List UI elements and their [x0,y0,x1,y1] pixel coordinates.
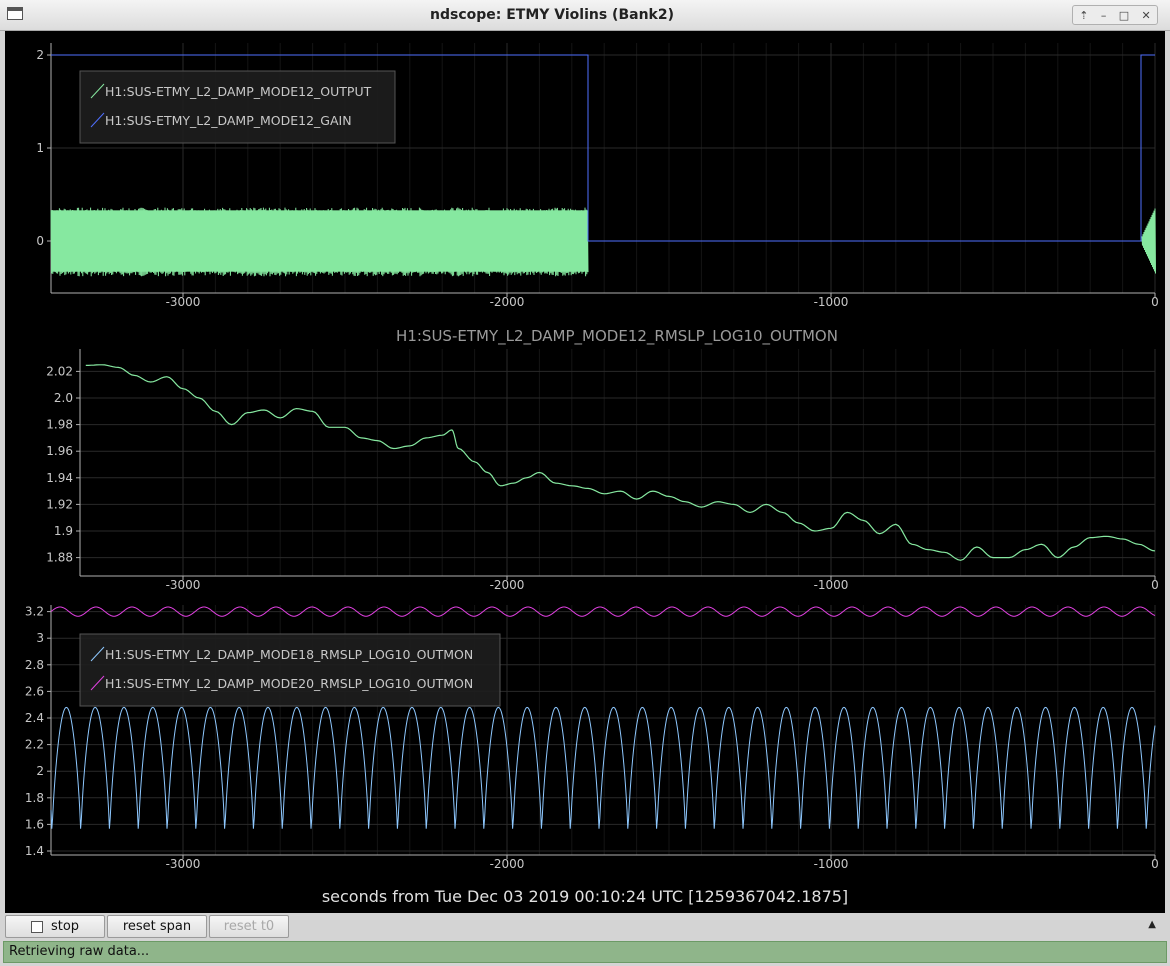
plot-0-ytick-label: 2 [36,48,44,62]
plot-1-ytick-label: 2.02 [46,364,73,378]
plot-2-ytick-label: 2.8 [25,658,44,672]
plot-0-xtick-label: -1000 [814,295,849,309]
plot-1-ytick-label: 1.94 [46,471,73,485]
window-title: ndscope: ETMY Violins (Bank2) [430,7,674,23]
plot-1-ytick-label: 2.0 [54,391,73,405]
stop-label: stop [50,919,80,934]
plot-2-title: H1:SUS-ETMY_L2_DAMP_MODE12_RMSLP_LOG10_O… [396,327,838,346]
reset-span-button[interactable]: reset span [107,915,207,938]
title-bar[interactable]: ndscope: ETMY Violins (Bank2) ⇡ – □ ✕ [0,0,1170,31]
close-icon[interactable]: ✕ [1142,9,1151,22]
plot-0-ytick-label: 1 [36,141,44,155]
maximize-icon[interactable]: □ [1119,9,1129,22]
plot-2-ytick-label: 3.2 [25,605,44,619]
output-trace [50,207,589,277]
plot-2-ytick-label: 1.8 [25,791,44,805]
plot-2-ytick-label: 2.4 [25,711,44,725]
plot-1-ytick-label: 1.9 [54,524,73,538]
plot-0-xtick-label: 0 [1151,295,1159,309]
plot-3[interactable]: -3000 -2000 -1000 0 1.4 1.6 1.8 2 2.2 2.4 2.6 2.8 3 3… [25,605,1159,871]
output-trace-burst [1141,208,1156,274]
collapse-arrow-icon[interactable]: ▲ [1148,919,1156,930]
plot-2-xtick-label: 0 [1151,857,1159,871]
plot-2-xtick-label: -2000 [490,857,525,871]
plot-2-ytick-label: 1.4 [25,844,44,858]
plot-2-ytick-label: 2.6 [25,684,44,698]
plot-1-xtick-label: -2000 [490,578,525,592]
legend-label: H1:SUS-ETMY_L2_DAMP_MODE18_RMSLP_LOG10_O… [105,647,473,662]
legend-label: H1:SUS-ETMY_L2_DAMP_MODE12_OUTPUT [105,84,372,99]
plot-1[interactable]: -3000 -2000 -1000 0 0 1 2 H1:SUS-ETMY_L2_DAMP_M… [36,43,1159,309]
minimize-icon[interactable]: – [1101,9,1107,22]
plot-1-xtick-label: -3000 [166,578,201,592]
mode18-trace [50,706,1156,829]
scope-canvas[interactable]: -3000 -2000 -1000 0 0 1 2 H1:SUS-ETMY_L2_DAMP_M… [5,31,1165,913]
plot-2-ytick-label: 2.2 [25,738,44,752]
plot-0-xtick-label: -3000 [166,295,201,309]
control-bar: stop reset span reset t0 ▲ [0,913,1170,941]
status-bar: Retrieving raw data... [3,941,1167,963]
plot-1-ytick-label: 1.98 [46,418,73,432]
shade-up-icon[interactable]: ⇡ [1079,9,1088,22]
reset-t0-button[interactable]: reset t0 [209,915,289,938]
plot-1-ytick-label: 1.92 [46,497,73,511]
stop-button[interactable]: stop [5,915,105,938]
x-axis-label: seconds from Tue Dec 03 2019 00:10:24 UT… [322,887,848,906]
plot-0-xtick-label: -2000 [490,295,525,309]
plot-2-ytick-label: 2 [36,764,44,778]
legend-box [79,70,396,144]
stop-checkbox[interactable] [30,920,43,933]
legend-box [79,633,501,707]
window-controls: ⇡ – □ ✕ [1072,5,1158,25]
plot-2-ytick-label: 3 [36,631,44,645]
plot-0-ytick-label: 0 [36,234,44,248]
plot-2-xtick-label: -3000 [166,857,201,871]
plot-1-ytick-label: 1.88 [46,551,73,565]
plot-2-ytick-label: 1.6 [25,817,44,831]
legend-label: H1:SUS-ETMY_L2_DAMP_MODE12_GAIN [105,113,352,128]
plot-2-xtick-label: -1000 [814,857,849,871]
plot-1-xtick-label: -1000 [814,578,849,592]
plot-1-xtick-label: 0 [1151,578,1159,592]
plot-2[interactable]: -3000 -2000 -1000 0 1.88 1.9 1.92 1.94 1.96 1.98 2… [46,349,1159,592]
plot-1-ytick-label: 1.96 [46,444,73,458]
scope-plots[interactable]: -3000 -2000 -1000 0 0 1 2 H1:SUS-ETMY_L2_DAMP_M… [5,31,1165,913]
legend-label: H1:SUS-ETMY_L2_DAMP_MODE20_RMSLP_LOG10_O… [105,676,473,691]
